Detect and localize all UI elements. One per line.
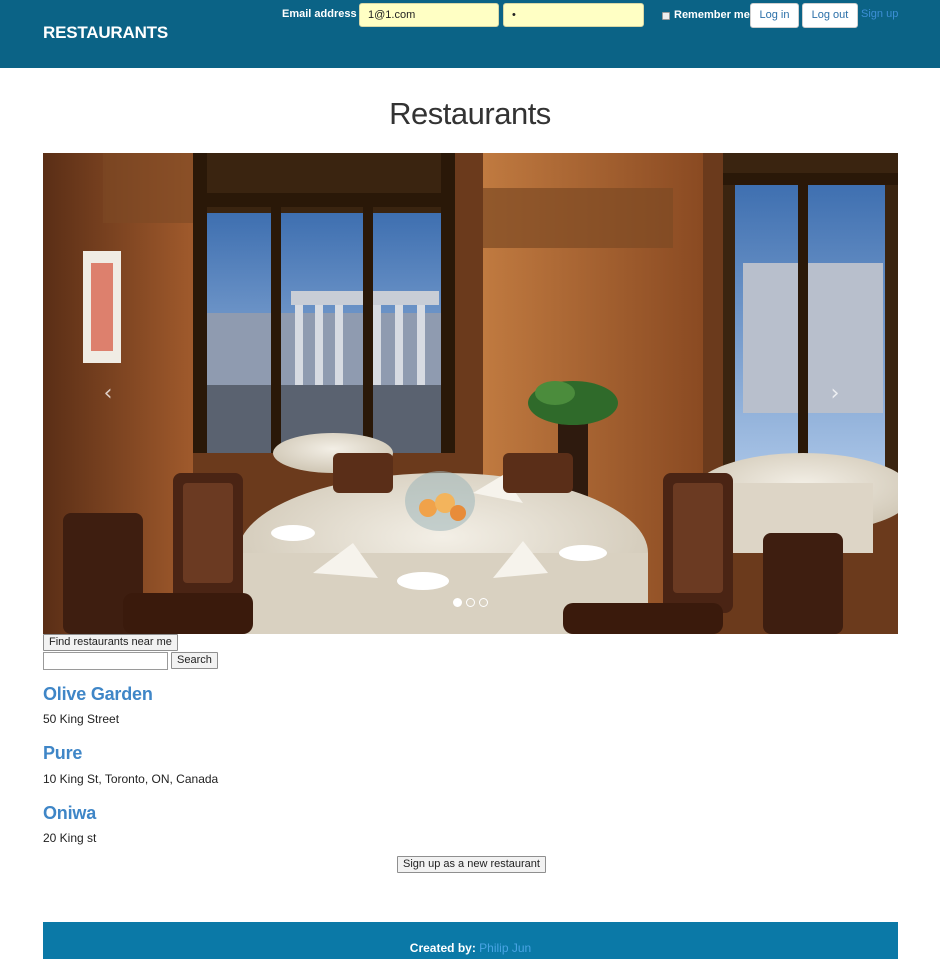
created-by-label: Created by: [409,941,476,955]
restaurant-address: 20 King st [43,831,97,845]
search-input[interactable] [43,652,168,670]
carousel-slide-image [43,153,898,634]
carousel-prev-icon[interactable]: ‹ [98,381,118,407]
restaurant-name-link[interactable]: Oniwa [43,803,96,824]
email-label: Email address [282,8,357,20]
page-title: Restaurants [389,96,551,131]
image-carousel[interactable]: ‹ › [43,153,898,634]
signup-restaurant-button[interactable]: Sign up as a new restaurant [397,856,546,873]
navbar: RESTAURANTS Email address Remember me Lo… [0,0,940,68]
password-input[interactable] [503,3,644,27]
restaurant-name-link[interactable]: Pure [43,743,82,764]
author-link[interactable]: Philip Jun [479,941,531,955]
email-input[interactable] [359,3,499,27]
carousel-next-icon[interactable]: › [825,381,845,407]
restaurant-address: 10 King St, Toronto, ON, Canada [43,772,219,786]
footer-credit: Created by: Philip Jun [43,941,898,955]
brand-logo[interactable]: RESTAURANTS [43,23,168,43]
footer: Created by: Philip Jun [43,922,898,959]
carousel-dot[interactable] [479,598,488,607]
restaurant-address: 50 King Street [43,712,120,726]
carousel-dot[interactable] [466,598,475,607]
carousel-dot[interactable] [453,598,462,607]
remember-me-label: Remember me [674,9,750,21]
signup-link[interactable]: Sign up [861,8,898,20]
search-button[interactable]: Search [171,652,218,669]
logout-button[interactable]: Log out [802,3,858,28]
restaurant-name-link[interactable]: Olive Garden [43,684,153,705]
login-button[interactable]: Log in [750,3,799,28]
find-near-me-button[interactable]: Find restaurants near me [43,634,178,651]
remember-me-checkbox[interactable] [662,12,670,20]
